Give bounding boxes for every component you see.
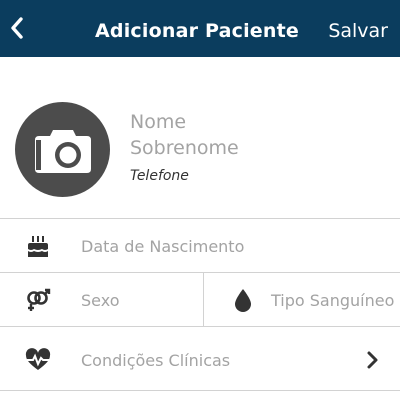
- divider: [203, 272, 204, 326]
- sex-label: Sexo: [81, 291, 120, 310]
- birth-date-label: Data de Nascimento: [81, 237, 245, 256]
- page-title-text: Adicionar Paciente: [95, 20, 299, 42]
- chevron-left-icon: [11, 17, 23, 39]
- heart-pulse-icon: [24, 346, 52, 374]
- chevron-right-icon: [362, 348, 382, 372]
- divider: [0, 218, 400, 219]
- camera-icon: [34, 129, 91, 173]
- divider: [0, 390, 400, 391]
- gender-icon: [24, 286, 52, 314]
- divider: [0, 326, 400, 327]
- last-name-input[interactable]: Sobrenome: [130, 137, 239, 159]
- divider: [0, 272, 400, 273]
- add-photo-button[interactable]: [15, 102, 110, 197]
- navigation-bar: Adicionar Paciente Salvar: [0, 0, 400, 57]
- back-button[interactable]: [4, 10, 30, 46]
- phone-input[interactable]: Telefone: [130, 168, 189, 184]
- blood-drop-icon: [231, 286, 255, 314]
- birthday-cake-icon: [24, 232, 52, 260]
- blood-type-label: Tipo Sanguíneo: [271, 291, 395, 310]
- first-name-input[interactable]: Nome: [130, 111, 186, 133]
- save-button[interactable]: Salvar: [328, 20, 388, 42]
- clinical-conditions-label: Condições Clínicas: [81, 351, 231, 370]
